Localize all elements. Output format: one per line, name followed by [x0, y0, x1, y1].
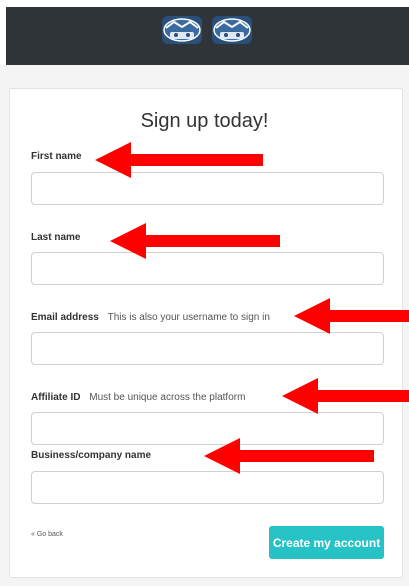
- email-hint: This is also your username to sign in: [107, 312, 270, 323]
- header-bar: [6, 7, 409, 65]
- team-logo-icon: [160, 14, 204, 46]
- company-label: Business/company name: [31, 450, 152, 461]
- company-label-row: Business/company name: [31, 450, 157, 461]
- create-account-button[interactable]: Create my account: [269, 526, 384, 559]
- affiliate-id-label: Affiliate ID: [31, 392, 81, 403]
- email-field[interactable]: [31, 332, 384, 365]
- red-arrow-icon: [204, 438, 374, 474]
- email-label-row: Email address This is also your username…: [31, 312, 270, 323]
- company-field[interactable]: [31, 471, 384, 504]
- first-name-label-row: First name: [31, 151, 88, 162]
- red-arrow-icon: [282, 378, 409, 414]
- email-label: Email address: [31, 312, 99, 323]
- red-arrow-icon: [294, 298, 409, 334]
- red-arrow-icon: [95, 142, 263, 178]
- page-title: Sign up today!: [140, 110, 269, 132]
- affiliate-id-label-row: Affiliate ID Must be unique across the p…: [31, 392, 245, 403]
- last-name-label: Last name: [31, 232, 81, 243]
- first-name-label: First name: [31, 151, 82, 162]
- red-arrow-icon: [110, 223, 280, 259]
- go-back-link[interactable]: « Go back: [31, 531, 63, 538]
- team-logo-icon: [210, 14, 254, 46]
- affiliate-id-hint: Must be unique across the platform: [89, 392, 246, 403]
- last-name-label-row: Last name: [31, 232, 86, 243]
